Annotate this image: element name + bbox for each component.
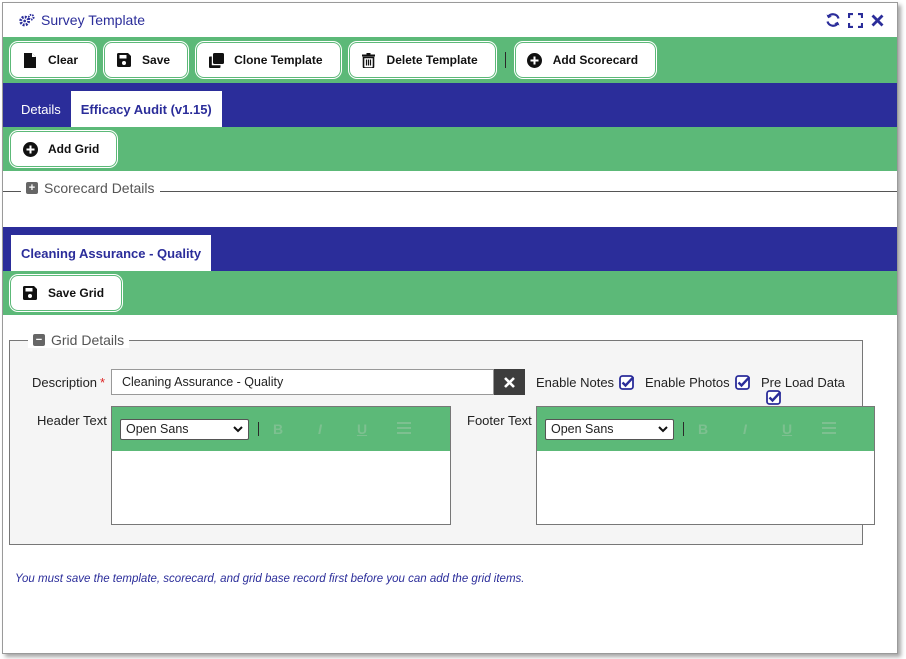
footer-font-value: Open Sans [551, 422, 614, 436]
preload-data-label: Pre Load Data [761, 375, 845, 390]
clone-template-label: Clone Template [234, 53, 323, 67]
header-font-value: Open Sans [126, 422, 189, 436]
close-icon[interactable] [869, 12, 885, 28]
save-grid-label: Save Grid [48, 286, 105, 300]
grid-details-panel: − Grid Details Description * Cleaning Ass… [9, 332, 875, 545]
collapse-minus-icon: − [33, 334, 45, 346]
bold-button[interactable]: B [694, 421, 712, 437]
list-button[interactable] [395, 421, 413, 437]
enable-photos-label: Enable Photos [645, 375, 730, 390]
tab-efficacy-audit[interactable]: Efficacy Audit (v1.15) [70, 91, 222, 127]
save-icon [116, 52, 132, 68]
grid-toolbar: Save Grid [3, 271, 897, 315]
window-title: Survey Template [41, 12, 146, 28]
list-button[interactable] [820, 421, 838, 437]
save-grid-button[interactable]: Save Grid [11, 276, 122, 310]
enable-photos-option[interactable]: Enable Photos [645, 375, 750, 390]
enable-notes-label: Enable Notes [536, 375, 615, 390]
main-toolbar: Clear Save Clone Template Delete Templat… [3, 37, 897, 83]
enable-notes-option[interactable]: Enable Notes [536, 375, 635, 390]
save-label: Save [142, 53, 171, 67]
italic-button[interactable]: I [736, 421, 754, 437]
footer-editor-toolbar: Open Sans B I U [537, 407, 874, 451]
toolbar-separator [504, 52, 506, 68]
close-icon [504, 376, 515, 388]
header-text-editor: Open Sans B I U [111, 406, 451, 525]
chevron-down-icon [233, 425, 243, 432]
description-label: Description [32, 375, 98, 390]
grid-details-legend: Grid Details [51, 332, 125, 348]
scorecard-details-legend: Scorecard Details [44, 180, 155, 196]
header-font-select[interactable]: Open Sans [120, 418, 249, 440]
clear-label: Clear [48, 53, 79, 67]
footer-font-select[interactable]: Open Sans [545, 418, 674, 440]
template-tabs: Details Efficacy Audit (v1.15) [3, 83, 897, 127]
grid-tabs: Cleaning Assurance - Quality [3, 227, 897, 271]
enable-photos-checkbox[interactable] [734, 375, 750, 390]
trash-icon [361, 52, 377, 68]
delete-template-button[interactable]: Delete Template [349, 43, 495, 77]
clone-icon [208, 52, 224, 68]
save-button[interactable]: Save [105, 43, 188, 77]
add-scorecard-button[interactable]: Add Scorecard [515, 43, 656, 77]
title-bar: Survey Template [3, 3, 897, 37]
gears-icon [19, 12, 35, 28]
preload-data-option[interactable]: Pre Load Data [761, 375, 862, 405]
description-label-wrap: Description * [32, 375, 105, 390]
chevron-down-icon [658, 425, 668, 432]
underline-button[interactable]: U [353, 421, 371, 437]
add-grid-button[interactable]: Add Grid [11, 132, 117, 166]
expand-icon[interactable] [847, 12, 863, 28]
save-first-note: You must save the template, scorecard, a… [15, 573, 525, 585]
list-icon [822, 422, 836, 434]
expand-plus-icon: + [26, 182, 38, 194]
preload-data-checkbox[interactable] [766, 390, 781, 405]
file-icon [22, 52, 38, 68]
list-icon [397, 422, 411, 434]
editor-separator [683, 422, 684, 436]
add-scorecard-label: Add Scorecard [552, 53, 639, 67]
plus-circle-icon [22, 141, 38, 157]
footer-text-editor: Open Sans B I U [536, 406, 875, 525]
scorecard-details-section: + Scorecard Details [3, 180, 897, 202]
editor-separator [258, 422, 259, 436]
tab-cleaning-assurance[interactable]: Cleaning Assurance - Quality [11, 235, 212, 271]
delete-template-label: Delete Template [386, 53, 478, 67]
italic-button[interactable]: I [311, 421, 329, 437]
clone-template-button[interactable]: Clone Template [197, 43, 340, 77]
plus-circle-icon [527, 52, 543, 68]
tab-details[interactable]: Details [11, 91, 71, 127]
grid-details-toggle[interactable]: − Grid Details [28, 332, 130, 348]
description-input[interactable]: Cleaning Assurance - Quality [111, 369, 494, 395]
enable-notes-checkbox[interactable] [619, 375, 635, 390]
footer-text-label: Footer Text [467, 413, 532, 428]
clear-description-button[interactable] [494, 369, 525, 395]
add-grid-label: Add Grid [48, 142, 100, 156]
scorecard-details-toggle[interactable]: + Scorecard Details [21, 180, 160, 196]
header-text-area[interactable] [112, 451, 450, 524]
header-text-label: Header Text [37, 413, 107, 428]
underline-button[interactable]: U [778, 421, 796, 437]
bold-button[interactable]: B [269, 421, 287, 437]
required-marker: * [100, 375, 106, 390]
clear-button[interactable]: Clear [11, 43, 96, 77]
footer-text-area[interactable] [537, 451, 874, 524]
refresh-icon[interactable] [825, 12, 841, 28]
scorecard-toolbar: Add Grid [3, 127, 897, 171]
save-icon [22, 285, 38, 301]
survey-template-window: Survey Template Clear Save Clone Templat… [2, 2, 898, 654]
header-editor-toolbar: Open Sans B I U [112, 407, 450, 451]
